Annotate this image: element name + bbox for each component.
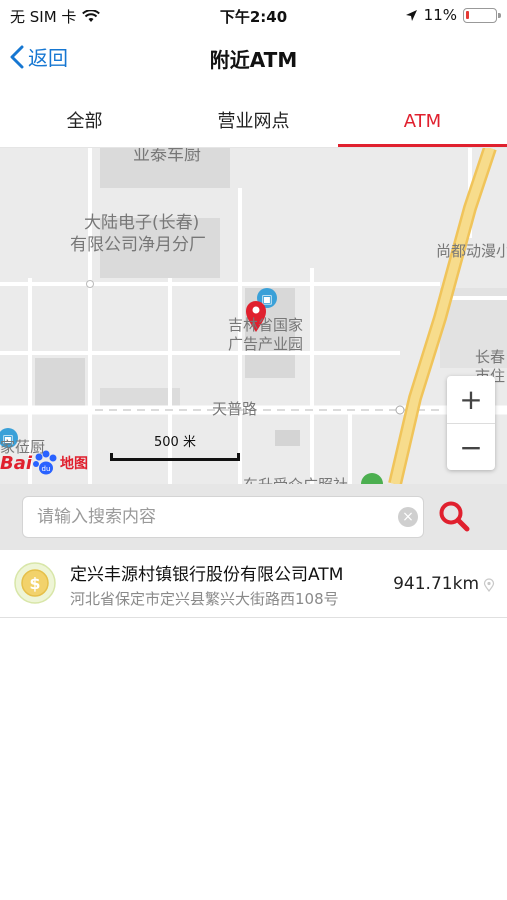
result-distance: 941.71km bbox=[393, 574, 479, 594]
zoom-out-button[interactable]: − bbox=[447, 423, 495, 470]
tab-all[interactable]: 全部 bbox=[0, 100, 169, 147]
svg-text:du: du bbox=[42, 465, 51, 473]
map-label-park-2: 广告产业园 bbox=[228, 335, 304, 353]
result-name: 定兴丰源村镇银行股份有限公司ATM bbox=[70, 565, 344, 585]
battery-percent: 11% bbox=[423, 6, 457, 24]
zoom-in-button[interactable]: + bbox=[447, 376, 495, 423]
zoom-control: + − bbox=[447, 376, 495, 470]
location-pin-small-icon bbox=[483, 578, 495, 592]
map-label-company-2: 有限公司净月分厂 bbox=[70, 235, 206, 255]
map-label-bottom-mid: 东升受众广照社 bbox=[243, 476, 348, 484]
map-label-park-1: 吉林省国家 bbox=[228, 316, 304, 334]
baidu-logo: Bai du 地图 bbox=[0, 450, 88, 476]
status-right: 11% bbox=[405, 6, 501, 24]
search-input-wrapper: × bbox=[22, 496, 424, 538]
map-label-top: 业泰车厨 bbox=[133, 148, 201, 165]
search-input[interactable] bbox=[23, 497, 383, 537]
tab-bar: 全部 营业网点 ATM bbox=[0, 100, 507, 148]
map-label-road: 天普路 bbox=[212, 400, 258, 418]
result-address: 河北省保定市定兴县繁兴大街路西108号 bbox=[70, 590, 339, 608]
battery-level bbox=[466, 10, 469, 19]
baidu-logo-text: Bai bbox=[0, 452, 33, 474]
clear-icon[interactable]: × bbox=[398, 507, 418, 527]
coin-icon: $ bbox=[14, 562, 56, 604]
location-arrow-icon bbox=[405, 9, 417, 21]
map-scale: 500 米 bbox=[110, 431, 240, 461]
baidu-paw-icon: du bbox=[33, 450, 57, 475]
tab-atm[interactable]: ATM bbox=[338, 100, 507, 147]
map-label-shangdu: 尚都动漫小 bbox=[436, 242, 507, 260]
svg-text:$: $ bbox=[29, 574, 40, 593]
map-scale-bar bbox=[110, 453, 240, 461]
map-label-company-1: 大陆电子(长春) bbox=[84, 213, 200, 233]
map-scale-label: 500 米 bbox=[154, 435, 196, 450]
tab-branches[interactable]: 营业网点 bbox=[169, 100, 338, 147]
battery-icon bbox=[463, 7, 501, 23]
map-label-changchun-1: 长春 bbox=[475, 348, 506, 366]
list-item[interactable]: $ 定兴丰源村镇银行股份有限公司ATM 河北省保定市定兴县繁兴大街路西108号 … bbox=[0, 550, 507, 618]
status-bar: 无 SIM 卡 下午2:40 11% bbox=[0, 0, 507, 30]
map-view[interactable]: ▣ ▣ 业泰车厨 大陆电子(长春) 有限公司净月分厂 尚都动漫小 吉林省国家 广… bbox=[0, 148, 507, 484]
search-icon[interactable] bbox=[436, 498, 472, 534]
nav-bar: 返回 附近ATM bbox=[0, 30, 507, 86]
page-title: 附近ATM bbox=[209, 48, 298, 72]
baidu-logo-map: 地图 bbox=[60, 456, 89, 472]
search-bar: × bbox=[0, 484, 507, 550]
